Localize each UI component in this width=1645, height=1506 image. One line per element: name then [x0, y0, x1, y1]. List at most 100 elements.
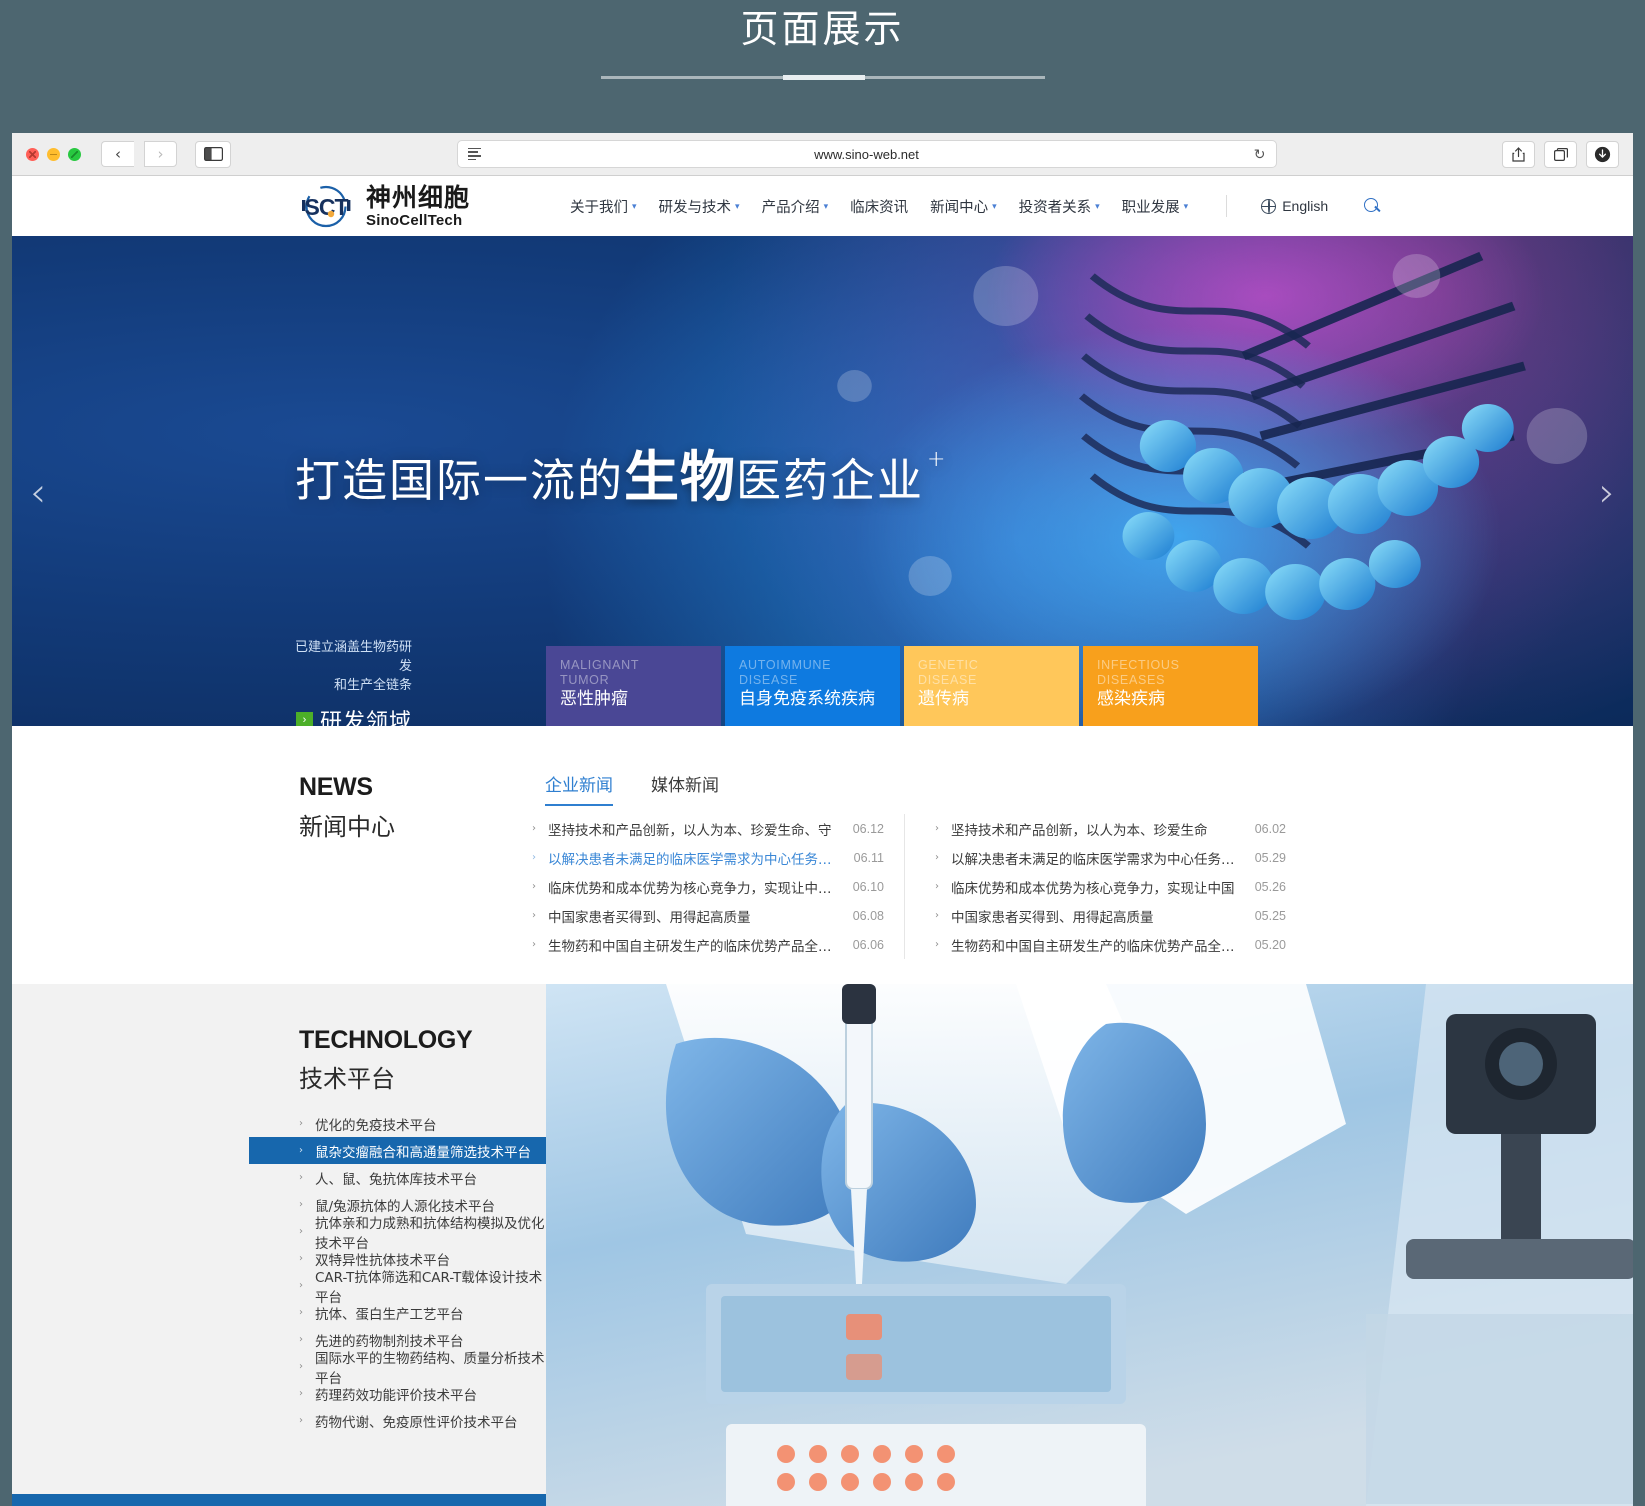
news-item[interactable]: › 坚持技术和产品创新，以人为本、珍爱生命 06.02	[935, 814, 1286, 843]
laboratory-photo	[546, 984, 1633, 1506]
news-item-title: 生物药和中国自主研发生产的临床优势产品全面进入发达国	[548, 938, 843, 955]
hero-title-prefix: 打造国际一流的	[295, 454, 625, 507]
chevron-right-icon: ›	[299, 1226, 303, 1237]
tech-item-10[interactable]: › 国际水平的生物药结构、质量分析技术平台	[249, 1351, 546, 1387]
minimize-window-button[interactable]	[47, 147, 60, 161]
news-item-date: 06.02	[1254, 821, 1286, 836]
tech-item-1[interactable]: › 优化的免疫技术平台	[249, 1110, 546, 1137]
nav-separator	[1226, 195, 1228, 217]
window-controls	[26, 147, 81, 161]
nav-item-products[interactable]: 产品介绍 ▾	[762, 196, 829, 217]
news-item[interactable]: › 中国家患者买得到、用得起高质量 06.08	[532, 901, 884, 930]
nav-item-clinical[interactable]: 临床资讯	[850, 196, 908, 217]
nav-label: 新闻中心	[930, 199, 989, 216]
news-item-title: 坚持技术和产品创新，以人为本、珍爱生命、守	[548, 822, 832, 839]
hero-title-plus: +	[927, 447, 948, 472]
nav-item-news[interactable]: 新闻中心 ▾	[930, 196, 997, 217]
globe-icon	[1261, 198, 1277, 214]
nav-label: 研发与技术	[658, 199, 732, 216]
close-window-button[interactable]	[26, 147, 39, 161]
tab-media-news[interactable]: 媒体新闻	[651, 771, 719, 806]
sidebar-toggle-icon[interactable]	[195, 140, 231, 168]
news-item[interactable]: › 以解决患者未满足的临床医学需求为中心任务，以产 05.29	[935, 843, 1286, 872]
chevron-right-icon: ›	[299, 1145, 303, 1156]
downloads-icon[interactable]	[1586, 140, 1619, 168]
chevron-right-icon: ›	[299, 1253, 303, 1264]
nav-item-investors[interactable]: 投资者关系 ▾	[1019, 196, 1100, 217]
chevron-down-icon: ▾	[823, 201, 829, 212]
tech-item-3[interactable]: › 人、鼠、兔抗体库技术平台	[249, 1164, 546, 1191]
news-item[interactable]: › 生物药和中国自主研发生产的临床优势产品全面进入发 05.20	[935, 930, 1286, 959]
tile-infectious-diseases[interactable]: INFECTIOUS DISEASES 感染疾病	[1083, 646, 1258, 726]
chevron-down-icon: ▾	[735, 201, 740, 212]
tile-genetic-disease[interactable]: GENETIC DISEASE 遗传病	[904, 646, 1079, 726]
address-bar[interactable]: www.sino-web.net ↻	[456, 140, 1277, 168]
tile-cn-label: 遗传病	[918, 689, 969, 709]
reader-view-icon[interactable]	[467, 147, 481, 161]
maximize-window-button[interactable]	[68, 147, 81, 161]
chevron-down-icon: ▾	[632, 201, 637, 212]
nav-label: 临床资讯	[850, 199, 909, 216]
news-item[interactable]: › 临床优势和成本优势为核心竞争力，实现让中国和 06.10	[532, 872, 884, 901]
page-title: 页面展示	[740, 9, 905, 51]
forward-button[interactable]: ›	[144, 141, 177, 167]
tech-item-11[interactable]: › 药理药效功能评价技术平台	[249, 1380, 546, 1407]
chevron-right-icon: ›	[935, 852, 939, 863]
share-icon[interactable]	[1502, 140, 1535, 168]
chevron-right-icon: ›	[532, 939, 536, 950]
chevron-right-icon: ›	[299, 1415, 303, 1426]
toolbar-right-buttons	[1502, 140, 1619, 168]
nav-item-rnd[interactable]: 研发与技术 ▾	[659, 196, 740, 217]
news-title-en: NEWS	[299, 773, 373, 801]
hero-prev-button[interactable]: ‹	[30, 473, 46, 513]
tile-autoimmune-disease[interactable]: AUTOIMMUNE DISEASE 自身免疫系统疾病	[725, 646, 900, 726]
tech-item-7[interactable]: › CAR-T抗体筛选和CAR-T载体设计技术平台	[249, 1270, 546, 1306]
search-icon[interactable]	[1364, 197, 1381, 215]
chevron-right-icon: ›	[295, 711, 313, 726]
logo-chinese-name: 神州细胞	[366, 182, 471, 212]
news-item[interactable]: › 以解决患者未满足的临床医学需求为中心任务，以产品 06.11	[532, 843, 884, 872]
language-switcher[interactable]: English	[1261, 198, 1328, 214]
tile-cn-label: 恶性肿瘤	[560, 689, 628, 709]
tech-item-5[interactable]: › 抗体亲和力成熟和抗体结构模拟及优化技术平台	[249, 1216, 546, 1252]
nav-label: 职业发展	[1121, 199, 1180, 216]
news-item-date: 05.26	[1254, 879, 1286, 894]
show-tabs-icon[interactable]	[1544, 140, 1577, 168]
site-logo[interactable]: SCT 神州细胞 SinoCellTech	[295, 184, 470, 229]
nav-item-careers[interactable]: 职业发展 ▾	[1122, 196, 1189, 217]
tile-en-line1: GENETIC	[918, 658, 979, 672]
reload-icon[interactable]: ↻	[1254, 146, 1266, 163]
tab-corporate-news[interactable]: 企业新闻	[545, 771, 613, 806]
hero-next-button[interactable]: ›	[1599, 473, 1615, 513]
news-item[interactable]: › 坚持技术和产品创新，以人为本、珍爱生命、守 06.12	[532, 814, 884, 843]
news-item[interactable]: › 生物药和中国自主研发生产的临床优势产品全面进入发达国 06.06	[532, 930, 884, 959]
chevron-right-icon: ›	[935, 939, 939, 950]
hero-caption: 已建立涵盖生物药研发 和生产全链条 › 研发领域	[292, 638, 412, 726]
tech-item-8[interactable]: › 抗体、蛋白生产工艺平台	[249, 1299, 546, 1326]
news-item[interactable]: › 中国家患者买得到、用得起高质量 05.25	[935, 901, 1286, 930]
news-item-title: 生物药和中国自主研发生产的临床优势产品全面进入发	[951, 938, 1245, 955]
chevron-right-icon: ›	[299, 1388, 303, 1399]
news-item-title: 以解决患者未满足的临床医学需求为中心任务，以产品	[548, 851, 844, 868]
tech-item-12[interactable]: › 药物代谢、免疫原性评价技术平台	[249, 1407, 546, 1434]
news-item-date: 06.11	[853, 850, 884, 865]
chevron-down-icon: ▾	[1095, 201, 1100, 212]
chevron-down-icon: ▾	[1183, 201, 1189, 212]
back-button[interactable]: ‹	[101, 141, 134, 167]
chevron-right-icon: ›	[532, 881, 536, 892]
tile-en-line1: AUTOIMMUNE	[739, 658, 832, 672]
tile-malignant-tumor[interactable]: MALIGNANT TUMOR 恶性肿瘤	[546, 646, 721, 726]
technology-section-title: TECHNOLOGY 技术平台	[299, 1026, 546, 1094]
news-item-title: 临床优势和成本优势为核心竞争力，实现让中国和	[548, 880, 843, 897]
news-item-title: 坚持技术和产品创新，以人为本、珍爱生命	[951, 822, 1208, 839]
sct-logo-icon: SCT	[295, 184, 357, 229]
technology-title-en: TECHNOLOGY	[299, 1026, 473, 1054]
chevron-right-icon: ›	[532, 852, 536, 863]
nav-item-about[interactable]: 关于我们 ▾	[570, 196, 637, 217]
hero-title: 打造国际一流的生物医药企业 +	[295, 432, 947, 512]
news-item[interactable]: › 临床优势和成本优势为核心竞争力，实现让中国 05.26	[935, 872, 1286, 901]
tile-cn-label: 自身免疫系统疾病	[739, 689, 875, 709]
news-item-title: 以解决患者未满足的临床医学需求为中心任务，以产	[951, 851, 1245, 868]
rnd-field-link[interactable]: › 研发领域	[292, 704, 412, 726]
chevron-right-icon: ›	[299, 1361, 303, 1372]
